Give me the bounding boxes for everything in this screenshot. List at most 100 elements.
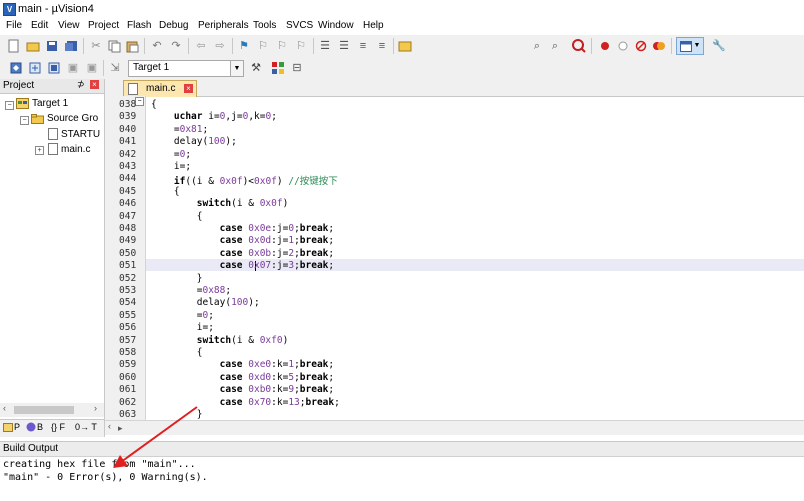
save-icon[interactable] bbox=[44, 38, 60, 54]
toolbar-separator bbox=[393, 38, 394, 54]
download-icon[interactable]: ⇲ bbox=[107, 60, 123, 76]
menu-tools[interactable]: Tools bbox=[253, 20, 276, 31]
collapse-icon[interactable]: − bbox=[5, 101, 14, 110]
code-line: switch(i & 0xf0) bbox=[196, 334, 289, 346]
editor-tab-main-c[interactable]: main.c × bbox=[123, 80, 197, 97]
editor-tab-label: main.c bbox=[146, 83, 176, 94]
line-number: 042 bbox=[119, 148, 137, 160]
collapse-icon[interactable]: − bbox=[20, 116, 29, 125]
configure-icon[interactable]: 🔧 bbox=[711, 38, 727, 54]
undo-icon[interactable]: ↶ bbox=[149, 38, 165, 54]
line-number: 056 bbox=[119, 322, 137, 334]
close-tab-icon[interactable]: × bbox=[184, 84, 193, 93]
open-folder-icon[interactable] bbox=[25, 38, 41, 54]
build-icon[interactable] bbox=[27, 60, 43, 76]
find-in-files-icon[interactable] bbox=[397, 38, 413, 54]
code-line: case 0xb0:k=9;break; bbox=[219, 384, 335, 396]
tree-item-file[interactable]: STARTU bbox=[48, 128, 100, 140]
menu-view[interactable]: View bbox=[58, 20, 80, 31]
target-icon bbox=[16, 98, 29, 109]
debug-session-icon[interactable] bbox=[571, 38, 587, 54]
scrollbar-thumb[interactable] bbox=[14, 406, 74, 414]
tree-item-file[interactable]: main.c bbox=[48, 143, 90, 155]
kill-breakpoints-icon[interactable] bbox=[633, 38, 649, 54]
scroll-right-icon[interactable]: › bbox=[94, 403, 97, 413]
scroll-page-icon[interactable]: ▸ bbox=[118, 423, 123, 434]
code-line: =0; bbox=[151, 148, 192, 160]
code-line: case 0x07:j=3;break; bbox=[219, 260, 335, 272]
manage-components-icon[interactable]: ⊟ bbox=[289, 60, 305, 76]
file-extensions-icon[interactable] bbox=[270, 60, 286, 76]
menu-help[interactable]: Help bbox=[363, 20, 384, 31]
nav-forward-icon[interactable]: ⇨ bbox=[212, 38, 228, 54]
cut-icon[interactable]: ✂ bbox=[88, 38, 104, 54]
line-number: 050 bbox=[119, 247, 137, 259]
target-select[interactable]: Target 1 ▼ bbox=[128, 60, 244, 77]
menu-flash[interactable]: Flash bbox=[127, 20, 151, 31]
target-options-icon[interactable]: ⚒ bbox=[248, 60, 264, 76]
menu-window[interactable]: Window bbox=[318, 20, 354, 31]
nav-back-icon[interactable]: ⇦ bbox=[193, 38, 209, 54]
tree-item-source-group[interactable]: Source Gro bbox=[31, 113, 98, 124]
fold-icon[interactable]: − bbox=[135, 97, 144, 106]
build-output-line: "main" - 0 Error(s), 0 Warning(s). bbox=[3, 472, 208, 483]
tree-label-file: main.c bbox=[61, 143, 91, 155]
project-pane: Project ⊅ × − Target 1 − Source Gro STAR… bbox=[0, 79, 105, 437]
project-pane-title: Project bbox=[3, 80, 35, 91]
project-horizontal-scrollbar[interactable]: ‹ › bbox=[0, 403, 104, 417]
code-line: { bbox=[151, 347, 203, 358]
toolbar-separator bbox=[313, 38, 314, 54]
tab-functions[interactable]: {} F bbox=[51, 422, 65, 432]
menu-edit[interactable]: Edit bbox=[31, 20, 48, 31]
unindent-icon[interactable]: ☰ bbox=[336, 38, 352, 54]
prev-bookmark-icon[interactable]: ⚐ bbox=[255, 38, 271, 54]
tab-books[interactable]: B bbox=[26, 422, 43, 432]
code-line: case 0x0e:j=0;break; bbox=[219, 223, 335, 234]
editor-horizontal-scrollbar[interactable]: ‹ ▸ bbox=[105, 420, 804, 435]
rebuild-icon[interactable] bbox=[46, 60, 62, 76]
code-line: =0; bbox=[151, 309, 214, 321]
comment-icon[interactable]: ≡ bbox=[355, 38, 371, 54]
close-icon[interactable]: × bbox=[90, 80, 99, 89]
indent-icon[interactable]: ☰ bbox=[317, 38, 333, 54]
window-layout-dropdown[interactable]: ▼ bbox=[676, 37, 704, 55]
editor-pane: main.c × − 038 039 040 041 042 043 044 045 046 04… bbox=[105, 79, 804, 437]
expand-icon[interactable]: + bbox=[35, 146, 44, 155]
translate-icon[interactable] bbox=[8, 60, 24, 76]
batch-build-icon[interactable]: ▣ bbox=[65, 60, 81, 76]
tab-project[interactable]: P bbox=[3, 422, 20, 432]
tab-templates[interactable]: 0→ T bbox=[75, 422, 97, 432]
save-all-icon[interactable] bbox=[63, 38, 79, 54]
clear-bookmarks-icon[interactable]: ⚐ bbox=[293, 38, 309, 54]
bookmark-icon[interactable]: ⚑ bbox=[236, 38, 252, 54]
build-output-line: creating hex file from "main"... bbox=[3, 459, 196, 470]
disable-breakpoint-icon[interactable] bbox=[615, 38, 631, 54]
pin-icon[interactable]: ⊅ bbox=[77, 79, 85, 90]
new-file-icon[interactable] bbox=[6, 38, 22, 54]
menu-project[interactable]: Project bbox=[88, 20, 119, 31]
find-icon[interactable]: ⌕ bbox=[529, 38, 545, 54]
menu-svcs[interactable]: SVCS bbox=[286, 20, 313, 31]
tree-item-target[interactable]: Target 1 bbox=[16, 98, 68, 109]
menu-file[interactable]: File bbox=[6, 20, 22, 31]
build-output-header: Build Output bbox=[0, 442, 804, 457]
folder-icon bbox=[31, 113, 44, 124]
code-line: case 0x70:k=13;break; bbox=[219, 396, 340, 408]
scroll-left-icon[interactable]: ‹ bbox=[108, 421, 111, 431]
paste-icon[interactable] bbox=[124, 38, 140, 54]
menu-peripherals[interactable]: Peripherals bbox=[198, 20, 249, 31]
breakpoint-icon[interactable] bbox=[597, 38, 613, 54]
menu-bar: File Edit View Project Flash Debug Perip… bbox=[0, 18, 804, 34]
stop-build-icon[interactable]: ▣ bbox=[84, 60, 100, 76]
redo-icon[interactable]: ↷ bbox=[168, 38, 184, 54]
line-number: 059 bbox=[119, 359, 137, 371]
menu-debug[interactable]: Debug bbox=[159, 20, 188, 31]
next-bookmark-icon[interactable]: ⚐ bbox=[274, 38, 290, 54]
uncomment-icon[interactable]: ≡ bbox=[374, 38, 390, 54]
incremental-find-icon[interactable]: ⌕ bbox=[547, 38, 563, 54]
line-number: 039 bbox=[119, 111, 137, 123]
line-number: 058 bbox=[119, 347, 137, 358]
kill-all-breakpoints-icon[interactable] bbox=[651, 38, 667, 54]
copy-icon[interactable] bbox=[106, 38, 122, 54]
scroll-left-icon[interactable]: ‹ bbox=[3, 403, 6, 413]
